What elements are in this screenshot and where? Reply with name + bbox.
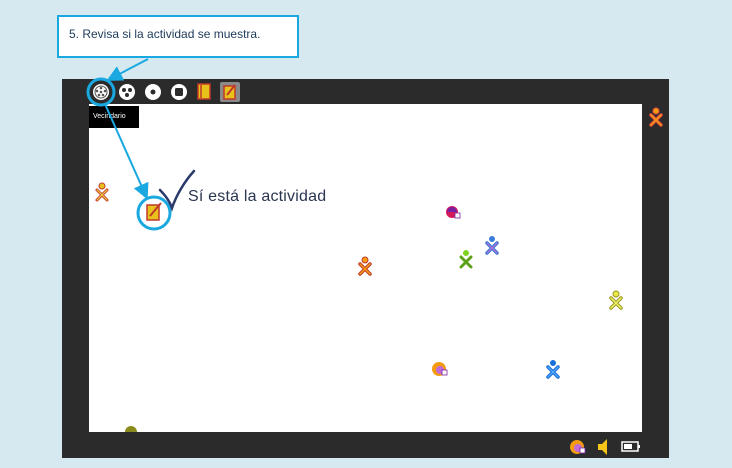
network-icon[interactable] [570, 440, 586, 454]
buddy-icon[interactable] [459, 250, 473, 269]
network-activity-icon[interactable] [446, 206, 461, 219]
buddy-icon[interactable] [609, 290, 623, 310]
callout-arrow [106, 58, 149, 81]
write-activity-canvas-icon[interactable] [146, 202, 162, 221]
buddy-icon[interactable] [485, 236, 499, 255]
annotation-overlay [86, 58, 663, 455]
battery-icon[interactable] [621, 441, 640, 452]
speaker-icon[interactable] [598, 439, 607, 455]
network-activity-icon[interactable] [432, 362, 448, 376]
pointer-arrow [104, 103, 149, 200]
buddy-icon[interactable] [95, 182, 109, 202]
partial-icon [125, 426, 137, 432]
my-buddy-icon[interactable] [649, 107, 663, 127]
buddy-icon[interactable] [358, 256, 372, 276]
buddy-icon[interactable] [546, 360, 560, 379]
toolbar-highlight-ring [86, 77, 116, 107]
